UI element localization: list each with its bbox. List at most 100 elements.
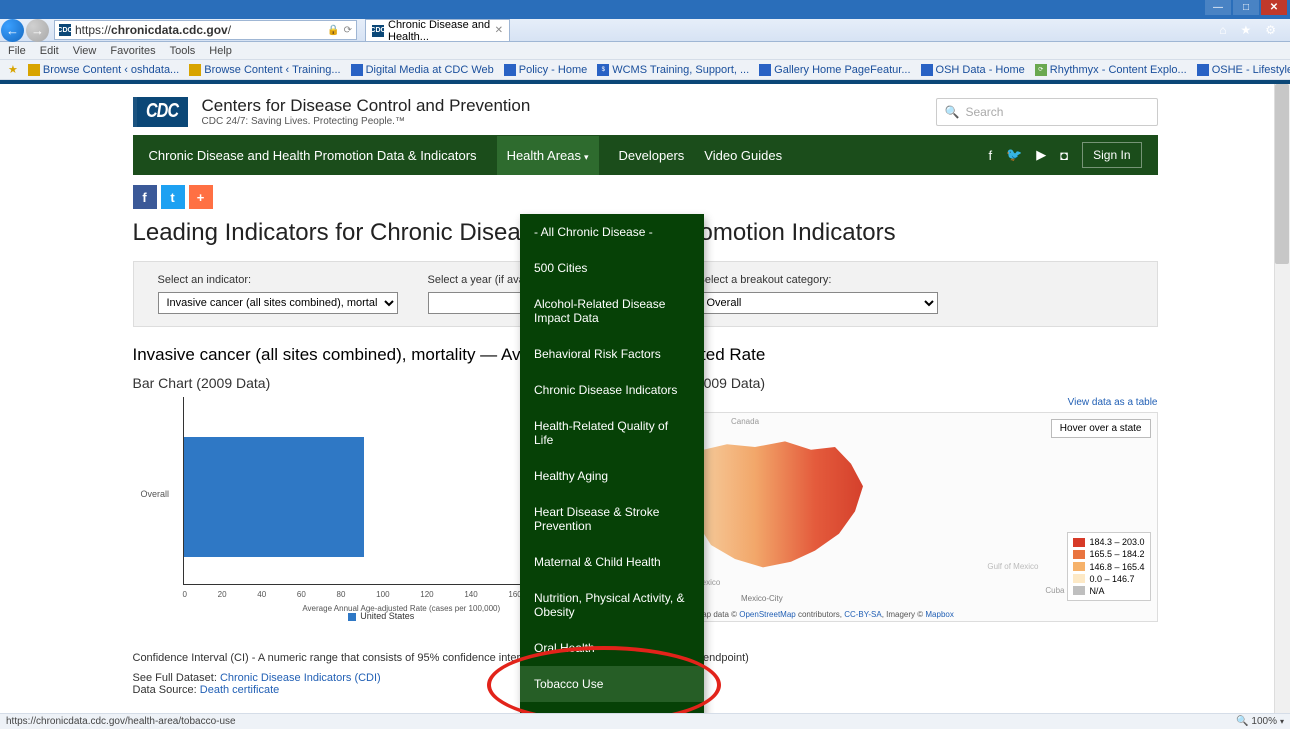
label-canada: Canada: [731, 417, 759, 426]
dd-oral[interactable]: Oral Health: [520, 630, 704, 666]
dd-nutrition[interactable]: Nutrition, Physical Activity, & Obesity: [520, 580, 704, 630]
bookmark-item[interactable]: OSH Data - Home: [921, 64, 1025, 76]
menu-favorites[interactable]: Favorites: [110, 45, 155, 57]
menu-bar: File Edit View Favorites Tools Help: [0, 42, 1290, 60]
site-subtitle: CDC 24/7: Saving Lives. Protecting Peopl…: [202, 116, 531, 127]
bookmark-item[interactable]: Browse Content ‹ oshdata...: [28, 64, 179, 76]
bookmark-item[interactable]: Browse Content ‹ Training...: [189, 64, 340, 76]
tab-close-icon[interactable]: ✕: [495, 25, 503, 36]
signin-button[interactable]: Sign In: [1082, 142, 1141, 168]
page-viewport: CDC Centers for Disease Control and Prev…: [0, 84, 1290, 713]
menu-tools[interactable]: Tools: [170, 45, 196, 57]
view-data-link[interactable]: View data as a table: [1068, 397, 1158, 408]
link-osm[interactable]: OpenStreetMap: [739, 610, 795, 619]
source-link[interactable]: Death certificate: [200, 684, 279, 696]
search-input[interactable]: 🔍 Search: [936, 98, 1158, 126]
link-mapbox[interactable]: Mapbox: [925, 610, 953, 619]
map-panel: Map (2009 Data) View data as a table Hov…: [660, 375, 1158, 622]
dd-vision[interactable]: Vision & Eye Health: [520, 702, 704, 713]
menu-edit[interactable]: Edit: [40, 45, 59, 57]
twitter-icon[interactable]: 🐦: [1006, 147, 1022, 163]
window-maximize-button[interactable]: □: [1233, 0, 1259, 15]
cdc-logo[interactable]: CDC: [133, 97, 188, 127]
map-title: Map (2009 Data): [660, 375, 1158, 391]
dd-alcohol[interactable]: Alcohol-Related Disease Impact Data: [520, 286, 704, 336]
zoom-control[interactable]: 🔍100%▾: [1236, 716, 1284, 727]
bookmark-item[interactable]: ⟳Rhythmyx - Content Explo...: [1035, 64, 1187, 76]
hover-tooltip: Hover over a state: [1051, 419, 1151, 438]
forward-button[interactable]: →: [26, 19, 49, 42]
filter-indicator-label: Select an indicator:: [158, 274, 398, 286]
dd-hrqol[interactable]: Health-Related Quality of Life: [520, 408, 704, 458]
url-text: https://chronicdata.cdc.gov/: [75, 23, 231, 37]
dd-all-chronic[interactable]: - All Chronic Disease -: [520, 214, 704, 250]
bookmark-item[interactable]: Policy - Home: [504, 64, 587, 76]
bar-overall: [184, 437, 364, 557]
tab-favicon: CDC: [372, 25, 384, 37]
label-mexico-city: Mexico-City: [741, 594, 783, 603]
window-minimize-button[interactable]: —: [1205, 0, 1231, 15]
dd-500-cities[interactable]: 500 Cities: [520, 250, 704, 286]
vertical-scrollbar[interactable]: [1274, 84, 1290, 713]
browser-tab-active[interactable]: CDC Chronic Disease and Health... ✕: [365, 19, 510, 41]
share-facebook-button[interactable]: f: [133, 185, 157, 209]
window-titlebar: — □ ✕: [0, 0, 1290, 19]
search-icon: 🔍: [945, 105, 960, 119]
browser-toolbar: ← → CDC https://chronicdata.cdc.gov/ 🔒 ⟳…: [0, 19, 1290, 42]
browser-tools: ⌂ ★ ⚙: [1219, 23, 1290, 37]
instagram-icon[interactable]: ◘: [1060, 148, 1068, 163]
share-more-button[interactable]: +: [189, 185, 213, 209]
bar-y-label: Overall: [141, 489, 170, 499]
us-map-shape: [675, 433, 875, 573]
bookmark-item[interactable]: OSHE - Lifestyle Home: [1197, 64, 1290, 76]
dd-healthy-aging[interactable]: Healthy Aging: [520, 458, 704, 494]
menu-view[interactable]: View: [73, 45, 97, 57]
dd-heart[interactable]: Heart Disease & Stroke Prevention: [520, 494, 704, 544]
nav-chronic-data[interactable]: Chronic Disease and Health Promotion Dat…: [149, 148, 477, 163]
dataset-link[interactable]: Chronic Disease Indicators (CDI): [220, 672, 381, 684]
share-row: f t +: [133, 175, 1158, 219]
bookmarks-show-icon[interactable]: ★: [8, 63, 18, 76]
gear-icon[interactable]: ⚙: [1265, 23, 1276, 37]
dd-cdi[interactable]: Chronic Disease Indicators: [520, 372, 704, 408]
bookmark-item[interactable]: Digital Media at CDC Web: [351, 64, 494, 76]
site-header: CDC Centers for Disease Control and Prev…: [133, 90, 1158, 135]
share-twitter-button[interactable]: t: [161, 185, 185, 209]
nav-developers[interactable]: Developers: [619, 148, 685, 163]
menu-help[interactable]: Help: [209, 45, 232, 57]
dd-maternal[interactable]: Maternal & Child Health: [520, 544, 704, 580]
menu-file[interactable]: File: [8, 45, 26, 57]
status-bar: https://chronicdata.cdc.gov/health-area/…: [0, 713, 1290, 729]
map-attribution: Leaflet | Map data © OpenStreetMap contr…: [665, 610, 1153, 619]
breakout-select[interactable]: Overall: [698, 292, 938, 314]
nav-health-areas[interactable]: Health Areas▾: [497, 136, 599, 175]
refresh-icon[interactable]: ⟳: [344, 25, 352, 36]
bookmarks-bar: ★ Browse Content ‹ oshdata... Browse Con…: [0, 60, 1290, 80]
dd-tobacco[interactable]: Tobacco Use: [520, 666, 704, 702]
bookmark-item[interactable]: $WCMS Training, Support, ...: [597, 64, 749, 76]
label-cuba: Cuba: [1045, 586, 1064, 595]
window-close-button[interactable]: ✕: [1261, 0, 1287, 15]
health-areas-dropdown: - All Chronic Disease - 500 Cities Alcoh…: [520, 214, 704, 713]
indicator-select[interactable]: Invasive cancer (all sites combined), mo…: [158, 292, 398, 314]
map-legend: 184.3 – 203.0 165.5 – 184.2 146.8 – 165.…: [1067, 532, 1150, 601]
choropleth-map[interactable]: Hover over a state Canada Mexico Mexico-…: [660, 412, 1158, 622]
bookmark-item[interactable]: Gallery Home PageFeatur...: [759, 64, 910, 76]
status-url: https://chronicdata.cdc.gov/health-area/…: [6, 716, 236, 727]
nav-video-guides[interactable]: Video Guides: [704, 148, 782, 163]
main-nav: Chronic Disease and Health Promotion Dat…: [133, 135, 1158, 175]
dd-brfss[interactable]: Behavioral Risk Factors: [520, 336, 704, 372]
youtube-icon[interactable]: ▶: [1036, 147, 1046, 163]
address-bar[interactable]: CDC https://chronicdata.cdc.gov/ 🔒 ⟳: [54, 20, 357, 40]
facebook-icon[interactable]: f: [988, 148, 992, 163]
site-favicon: CDC: [59, 24, 71, 36]
site-title: Centers for Disease Control and Preventi…: [202, 96, 531, 116]
link-cc[interactable]: CC-BY-SA: [844, 610, 882, 619]
tab-title: Chronic Disease and Health...: [388, 19, 491, 43]
favorites-icon[interactable]: ★: [1240, 23, 1251, 37]
home-icon[interactable]: ⌂: [1219, 23, 1226, 37]
back-button[interactable]: ←: [1, 19, 24, 42]
filter-breakout-label: Select a breakout category:: [698, 274, 938, 286]
chevron-down-icon: ▾: [584, 152, 589, 162]
label-gulf: Gulf of Mexico: [987, 562, 1038, 571]
